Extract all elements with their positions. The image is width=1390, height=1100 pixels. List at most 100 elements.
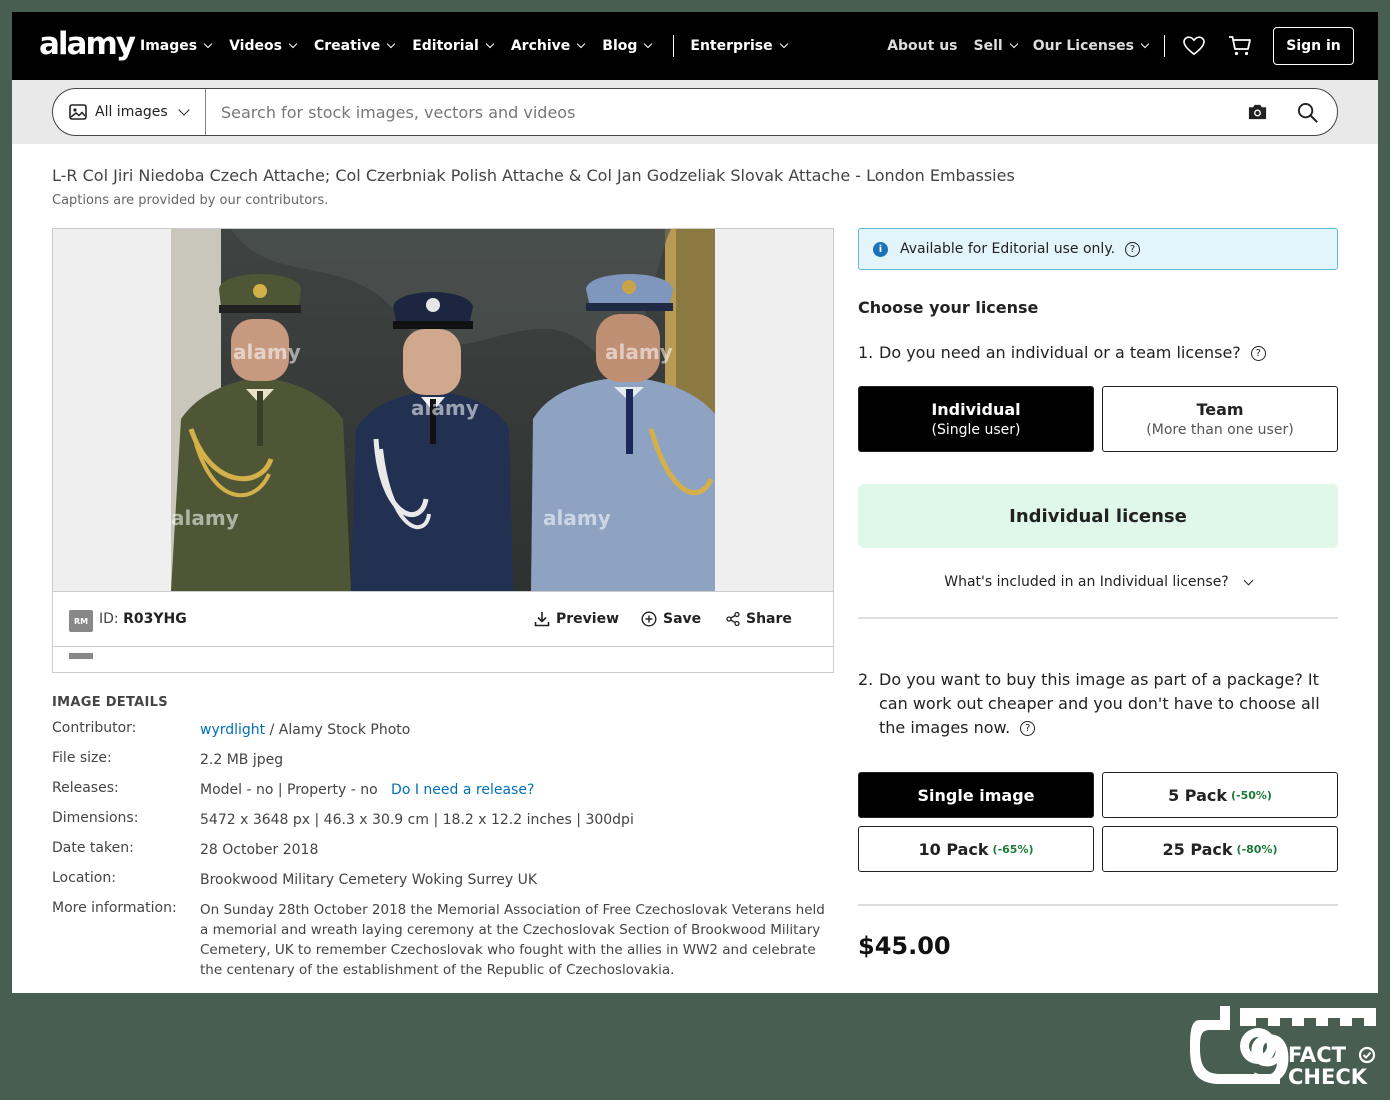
image-id: ID: R03YHG [99,611,187,627]
divider [858,617,1338,619]
chevron-down-icon [1140,39,1150,49]
factcheck-number: 9 [1248,1024,1293,1090]
chevron-down-icon [386,39,396,49]
top-navigation: alamy Images Videos Creative Editorial A… [12,12,1378,80]
detail-row-filesize: File size: 2.2 MB jpeg [52,750,832,770]
info-icon: i [873,241,888,257]
release-help-link[interactable]: Do I need a release? [391,782,534,798]
image-id-label: ID: [99,611,119,627]
detail-row-location: Location: Brookwood Military Cemetery Wo… [52,870,832,890]
details-heading: IMAGE DETAILS [52,695,168,710]
detail-label: More information: [52,900,177,916]
image-icon [69,104,87,120]
search-scope-dropdown[interactable]: All images [53,89,206,135]
license-includes-expander[interactable]: What's included in an Individual license… [858,574,1338,590]
nav-videos[interactable]: Videos [229,38,298,54]
nav-creative[interactable]: Creative [313,38,396,54]
watermark-text: alamy [233,340,301,364]
nav-archive[interactable]: Archive [510,38,586,54]
package-5-pack[interactable]: 5 Pack (-50%) [1102,772,1338,818]
package-label: 5 Pack [1168,785,1227,805]
choose-license-heading: Choose your license [858,298,1039,317]
detail-label: Dimensions: [52,810,139,826]
share-icon [726,612,740,626]
heart-icon[interactable] [1181,33,1207,59]
nav-enterprise[interactable]: Enterprise [690,38,788,54]
nav-archive-label: Archive [510,38,571,54]
stock-photo[interactable]: alamy alamy alamy alamy alamy [171,229,715,591]
share-button[interactable]: Share [726,611,792,627]
camera-icon[interactable] [1245,100,1269,124]
package-label: 25 Pack [1162,839,1233,859]
individual-license-button[interactable]: Individual (Single user) [858,386,1094,452]
nav-blog[interactable]: Blog [602,38,653,54]
watermark-text: alamy [543,506,611,530]
nav-sell[interactable]: Sell [974,38,1018,54]
license-includes-label: What's included in an Individual license… [944,574,1229,590]
image-viewer[interactable]: alamy alamy alamy alamy alamy [53,229,833,591]
contributor-agency: / Alamy Stock Photo [265,722,411,738]
search-input[interactable] [206,102,1245,122]
nav-enterprise-label: Enterprise [690,38,773,54]
question-number: 1. [858,343,874,362]
detail-row-releases: Releases: Model - no | Property - no Do … [52,780,832,800]
chevron-down-icon [1009,39,1018,49]
watermark-text: alamy [171,506,239,530]
chevron-down-icon [644,39,653,49]
nav-creative-label: Creative [313,38,381,54]
image-action-bar: RM ID: R03YHG Preview Save Share [53,591,833,647]
thumbnail-scroll-indicator[interactable] [69,653,93,659]
chevron-down-icon [485,39,495,49]
caption-note: Captions are provided by our contributor… [52,193,329,208]
detail-label: Location: [52,870,116,886]
search-bar: All images [52,88,1338,136]
package-25-pack[interactable]: 25 Pack (-80%) [1102,826,1338,872]
detail-label: Releases: [52,780,119,796]
cart-icon[interactable] [1227,33,1253,59]
rights-managed-badge: RM [69,610,93,632]
package-single-image[interactable]: Single image [858,772,1094,818]
selected-license-banner[interactable]: Individual license [858,484,1338,548]
preview-button[interactable]: Preview [534,611,619,627]
alamy-logo[interactable]: alamy [39,26,136,62]
team-license-button[interactable]: Team (More than one user) [1102,386,1338,452]
question-text: Do you want to buy this image as part of… [879,670,1320,737]
package-10-pack[interactable]: 10 Pack (-65%) [858,826,1094,872]
nav-about-label: About us [887,38,958,54]
package-discount: (-65%) [992,842,1034,856]
nav-images[interactable]: Images [140,38,213,54]
help-icon[interactable]: ? [1125,241,1141,257]
question-package: 2. Do you want to buy this image as part… [858,668,1338,740]
help-icon[interactable]: ? [1250,346,1266,361]
plus-circle-icon [641,611,657,627]
nav-about[interactable]: About us [887,38,957,54]
package-label: 10 Pack [918,839,989,859]
watermark-text: alamy [411,396,479,420]
detail-label: Contributor: [52,720,137,736]
editorial-notice-text: Available for Editorial use only. [900,241,1116,257]
sign-in-button[interactable]: Sign in [1273,27,1354,65]
watermark-text: alamy [605,340,673,364]
search-icon[interactable] [1295,100,1319,124]
license-panel: i Available for Editorial use only. ? Ch… [858,228,1338,960]
nav-divider [1164,35,1165,57]
question-text: Do you need an individual or a team lice… [879,343,1241,362]
help-icon[interactable]: ? [1020,721,1036,736]
nav-licenses[interactable]: Our Licenses [1032,38,1150,54]
detail-value: Brookwood Military Cemetery Woking Surre… [200,872,538,888]
secondary-nav: About us Sell Our Licenses Sign in [887,12,1354,80]
license-type-toggle: Individual (Single user) Team (More than… [858,386,1338,452]
nav-licenses-label: Our Licenses [1032,38,1134,54]
nav-editorial[interactable]: Editorial [412,38,495,54]
team-sub: (More than one user) [1146,422,1294,438]
nav-videos-label: Videos [229,38,282,54]
nav-blog-label: Blog [602,38,638,54]
chevron-down-icon [779,39,788,49]
search-band: All images [12,80,1378,144]
image-details: IMAGE DETAILS Contributor: wyrdlight / A… [52,695,832,980]
save-label: Save [663,611,702,627]
chevron-down-icon [577,39,586,49]
save-button[interactable]: Save [641,611,701,627]
detail-label: Date taken: [52,840,134,856]
contributor-link[interactable]: wyrdlight [200,722,265,738]
